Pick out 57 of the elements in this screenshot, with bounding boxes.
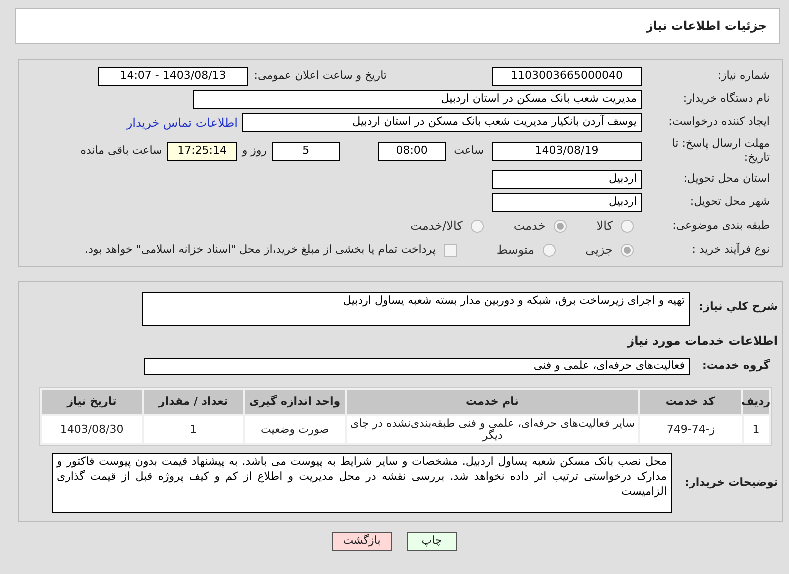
- table-cell: صورت وضعیت: [245, 416, 346, 443]
- field-label: روز و: [242, 142, 268, 159]
- field-label: ساعت باقی مانده: [80, 142, 162, 159]
- column-header: کد خدمت: [640, 390, 741, 414]
- radio-label: کالا/خدمت: [410, 218, 463, 235]
- table-cell: 1403/08/30: [42, 416, 142, 443]
- table-cell: 1: [744, 416, 769, 443]
- field-label: مهلت ارسال پاسخ: تا تاریخ:: [671, 137, 770, 165]
- field-label: ساعت: [454, 142, 484, 159]
- field-label: شهر محل تحویل:: [690, 195, 770, 208]
- text-field[interactable]: مدیریت شعب بانک مسکن در استان اردبیل: [193, 90, 642, 109]
- field-label: طبقه بندی موضوعی:: [672, 218, 770, 232]
- text-field[interactable]: اردبیل: [492, 170, 642, 189]
- radio-label: متوسط: [496, 242, 535, 259]
- field-label: نوع فرآیند خرید :: [692, 242, 770, 256]
- field-label: استان محل تحویل:: [684, 172, 770, 186]
- radio-button[interactable]: [542, 244, 556, 256]
- text-field[interactable]: 08:00: [378, 142, 446, 160]
- column-header: تاریخ نیاز: [42, 390, 142, 414]
- text-field[interactable]: 1103003665000040: [492, 67, 642, 86]
- field-label: ایجاد کننده درخواست:: [668, 115, 770, 128]
- text-field[interactable]: اردبیل: [492, 193, 642, 212]
- field-label: شرح کلي نياز:: [699, 300, 778, 313]
- countdown-field[interactable]: 17:25:14: [167, 142, 238, 160]
- field-label: گروه خدمت:: [702, 359, 770, 372]
- print-button[interactable]: چاپ: [407, 532, 457, 551]
- text-field[interactable]: یوسف آردن بانکیار مدیریت شعب بانک مسکن در استان اردبیل: [242, 113, 642, 132]
- radio-button[interactable]: [554, 220, 567, 232]
- radio-label: جزیی: [586, 242, 613, 259]
- section-heading: اطلاعات خدمات مورد نیاز: [628, 334, 778, 348]
- text-field[interactable]: 1403/08/19: [492, 142, 642, 160]
- notes-textarea[interactable]: محل نصب بانک مسکن شعبه یساول اردبیل. مشخصات و سایر شرایط به پیوست می باشد. به پیشنهاد قیمت بدون پیوست فاکتور و مدارک درخواستی ترتیب اثر داده نخواهد شد. بررسی نقشه در محل مدیریت و اطلاع از کم و کیف پروژه قبل از قیمت گذاری الزامیست: [52, 453, 672, 513]
- table-cell: سایر فعالیت‌های حرفه‌ای، علمی و فنی طبقه‌بندی‌نشده در جای دیگر: [347, 416, 638, 443]
- radio-button[interactable]: [621, 220, 634, 232]
- back-button[interactable]: بازگشت: [332, 532, 392, 551]
- radio-button[interactable]: [621, 244, 634, 256]
- field-label: شماره نیاز:: [718, 69, 770, 82]
- description-textarea[interactable]: تهیه و اجرای زیرساخت برق، شبکه و دوربین مدار بسته شعبه یساول اردبیل: [142, 292, 690, 326]
- column-header: ردیف: [743, 390, 769, 414]
- column-header: تعداد / مقدار: [144, 390, 243, 414]
- field-label: پرداخت تمام یا بخشی از مبلغ خرید،از محل "اسناد خزانه اسلامی" خواهد بود.: [85, 242, 436, 258]
- radio-button[interactable]: [470, 220, 484, 232]
- table-cell: ز-74-749: [640, 416, 742, 443]
- column-header: نام خدمت: [346, 390, 638, 414]
- text-field[interactable]: فعالیت‌های حرفه‌ای، علمی و فنی: [144, 358, 690, 375]
- field-label: تاریخ و ساعت اعلان عمومی:: [254, 68, 387, 84]
- radio-label: خدمت: [514, 218, 546, 235]
- table-cell: 1: [144, 416, 244, 443]
- column-header: واحد اندازه گیری: [244, 390, 345, 414]
- text-field[interactable]: 1403/08/13 - 14:07: [98, 67, 248, 86]
- field-label: نام دستگاه خریدار:: [683, 92, 770, 106]
- page-title: جزئیات اطلاعات نیاز: [646, 18, 767, 35]
- field-label: توضیحات خریدار:: [685, 476, 778, 489]
- text-field[interactable]: 5: [272, 142, 340, 160]
- contact-link[interactable]: اطلاعات تماس خریدار: [126, 114, 238, 132]
- radio-label: کالا: [596, 218, 613, 235]
- checkbox[interactable]: [444, 244, 457, 256]
